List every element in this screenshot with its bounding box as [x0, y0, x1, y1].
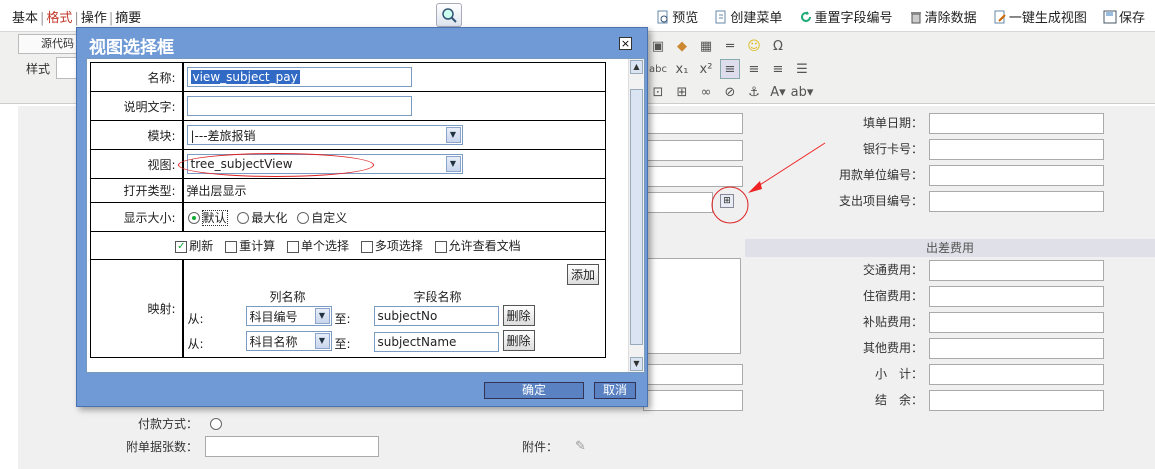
checkbox-label: 多项选择 [374, 239, 423, 253]
column-name-header: 列名称 [269, 290, 306, 304]
checkbox-label: 刷新 [189, 239, 214, 253]
add-mapping-button[interactable]: 添加 [566, 264, 599, 285]
scroll-thumb[interactable] [630, 89, 643, 345]
size-option-label: 自定义 [311, 210, 348, 225]
mapping-label: 映射: [90, 259, 184, 358]
checkbox-recalculate[interactable] [225, 240, 238, 253]
options-row: ✓ 刷新 重计算 单个选择 多项选择 允许查看文档 [90, 231, 606, 260]
size-option-custom[interactable]: 自定义 [297, 211, 347, 225]
checkbox-refresh[interactable]: ✓ [175, 240, 188, 253]
delete-mapping-button[interactable]: 删除 [502, 330, 535, 351]
column-select[interactable]: 科目名称 ▼ [245, 331, 332, 351]
ok-button[interactable]: 确定 [484, 382, 584, 399]
checkbox-label: 允许查看文档 [448, 239, 521, 253]
open-type-value: 弹出层显示 [182, 178, 606, 203]
from-label: 从: [187, 337, 204, 351]
dialog-body: 名称: view_subject_pay 说明文字: 模块: |---差旅报销 ▼… [86, 58, 645, 373]
from-label: 从: [187, 312, 204, 326]
scroll-up-icon[interactable]: ▲ [630, 60, 643, 74]
size-option-maximize[interactable]: 最大化 [237, 211, 287, 225]
close-icon[interactable]: × [619, 37, 632, 50]
radio-maximize[interactable] [237, 212, 250, 224]
open-type-label: 打开类型: [90, 178, 184, 203]
name-label: 名称: [90, 62, 184, 92]
description-input[interactable] [186, 96, 412, 116]
chevron-down-icon[interactable]: ▼ [314, 308, 330, 324]
radio-custom[interactable] [297, 212, 310, 224]
delete-mapping-button[interactable]: 删除 [502, 305, 535, 326]
view-label: 视图: [90, 149, 184, 179]
checkbox-single[interactable] [286, 240, 299, 253]
display-size-label: 显示大小: [90, 202, 184, 232]
description-label: 说明文字: [90, 91, 184, 121]
to-label: 至: [334, 337, 351, 351]
column-value: 科目名称 [249, 334, 298, 349]
column-value: 科目编号 [249, 309, 298, 324]
radio-default[interactable] [187, 212, 200, 224]
size-option-label: 最大化 [251, 210, 288, 225]
cancel-button[interactable]: 取消 [594, 382, 636, 399]
field-name-header: 字段名称 [413, 290, 462, 304]
chevron-down-icon[interactable]: ▼ [445, 127, 461, 143]
dialog-scrollbar[interactable]: ▲ ▼ [628, 59, 644, 372]
field-input[interactable]: subjectName [373, 332, 499, 352]
name-input[interactable]: view_subject_pay [186, 67, 412, 87]
mapping-cell: 添加 列名称 字段名称 从: 科目编号 ▼ 至: subjectNo 删除 从: … [182, 259, 606, 358]
checkbox-view-doc[interactable] [434, 240, 447, 253]
dialog-title: 视图选择框 [89, 38, 174, 58]
single-select-checkbox[interactable]: 单个选择 [286, 239, 349, 253]
multi-select-checkbox[interactable]: 多项选择 [360, 239, 423, 253]
chevron-down-icon[interactable]: ▼ [445, 156, 461, 172]
checkbox-multi[interactable] [360, 240, 373, 253]
view-settings-table: 名称: view_subject_pay 说明文字: 模块: |---差旅报销 ▼… [90, 62, 606, 358]
module-value: |---差旅报销 [190, 128, 256, 143]
allow-view-doc-checkbox[interactable]: 允许查看文档 [434, 239, 521, 253]
view-select-dialog: 视图选择框 × 名称: view_subject_pay 说明文字: 模块: |… [76, 27, 648, 407]
scroll-down-icon[interactable]: ▼ [630, 357, 643, 371]
checkbox-label: 重计算 [239, 239, 276, 253]
to-label: 至: [334, 312, 351, 326]
name-value: view_subject_pay [190, 70, 300, 84]
refresh-checkbox[interactable]: ✓ 刷新 [175, 239, 213, 253]
checkbox-label: 单个选择 [300, 239, 349, 253]
chevron-down-icon[interactable]: ▼ [314, 333, 330, 349]
module-select[interactable]: |---差旅报销 ▼ [186, 125, 463, 145]
annotation-circle [177, 153, 374, 177]
size-option-default[interactable]: 默认 [187, 209, 228, 226]
recalculate-checkbox[interactable]: 重计算 [225, 239, 275, 253]
column-select[interactable]: 科目编号 ▼ [245, 306, 332, 326]
field-input[interactable]: subjectNo [373, 306, 499, 326]
size-option-label: 默认 [201, 209, 228, 226]
module-label: 模块: [90, 120, 184, 150]
